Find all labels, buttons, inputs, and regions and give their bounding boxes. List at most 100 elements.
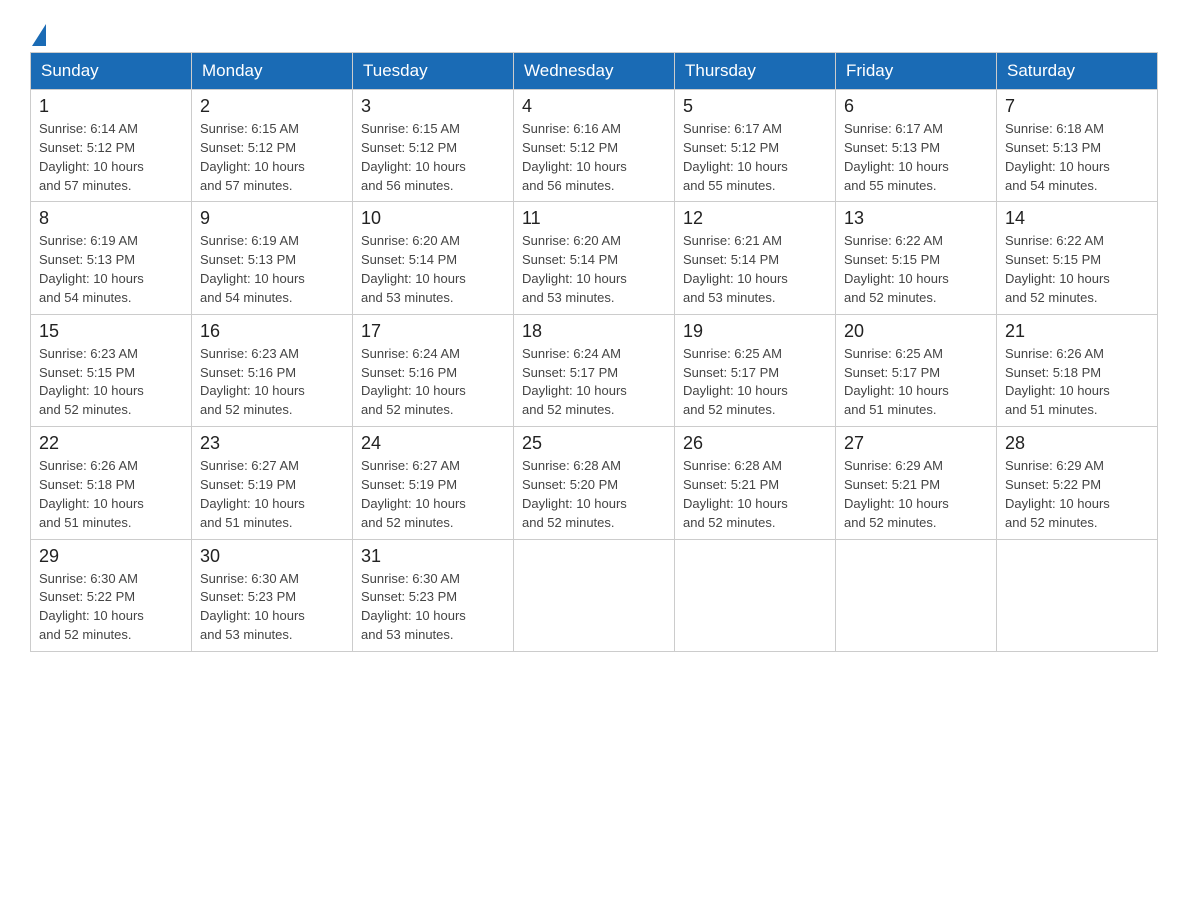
calendar-cell: 15 Sunrise: 6:23 AM Sunset: 5:15 PM Dayl… [31, 314, 192, 426]
day-number: 3 [361, 96, 505, 117]
calendar-cell: 4 Sunrise: 6:16 AM Sunset: 5:12 PM Dayli… [514, 90, 675, 202]
day-number: 6 [844, 96, 988, 117]
day-number: 30 [200, 546, 344, 567]
day-number: 27 [844, 433, 988, 454]
calendar-cell: 2 Sunrise: 6:15 AM Sunset: 5:12 PM Dayli… [192, 90, 353, 202]
day-info: Sunrise: 6:26 AM Sunset: 5:18 PM Dayligh… [1005, 345, 1149, 420]
day-number: 1 [39, 96, 183, 117]
day-number: 22 [39, 433, 183, 454]
calendar-cell: 5 Sunrise: 6:17 AM Sunset: 5:12 PM Dayli… [675, 90, 836, 202]
day-info: Sunrise: 6:17 AM Sunset: 5:12 PM Dayligh… [683, 120, 827, 195]
calendar-cell: 24 Sunrise: 6:27 AM Sunset: 5:19 PM Dayl… [353, 427, 514, 539]
day-info: Sunrise: 6:30 AM Sunset: 5:23 PM Dayligh… [200, 570, 344, 645]
calendar-cell: 9 Sunrise: 6:19 AM Sunset: 5:13 PM Dayli… [192, 202, 353, 314]
day-number: 4 [522, 96, 666, 117]
header-monday: Monday [192, 53, 353, 90]
day-info: Sunrise: 6:29 AM Sunset: 5:21 PM Dayligh… [844, 457, 988, 532]
day-number: 29 [39, 546, 183, 567]
calendar-cell: 18 Sunrise: 6:24 AM Sunset: 5:17 PM Dayl… [514, 314, 675, 426]
day-number: 10 [361, 208, 505, 229]
day-info: Sunrise: 6:15 AM Sunset: 5:12 PM Dayligh… [361, 120, 505, 195]
calendar-cell: 23 Sunrise: 6:27 AM Sunset: 5:19 PM Dayl… [192, 427, 353, 539]
header-saturday: Saturday [997, 53, 1158, 90]
day-info: Sunrise: 6:19 AM Sunset: 5:13 PM Dayligh… [39, 232, 183, 307]
day-number: 12 [683, 208, 827, 229]
week-row-5: 29 Sunrise: 6:30 AM Sunset: 5:22 PM Dayl… [31, 539, 1158, 651]
day-number: 23 [200, 433, 344, 454]
calendar-cell: 20 Sunrise: 6:25 AM Sunset: 5:17 PM Dayl… [836, 314, 997, 426]
calendar-cell: 19 Sunrise: 6:25 AM Sunset: 5:17 PM Dayl… [675, 314, 836, 426]
calendar-cell: 14 Sunrise: 6:22 AM Sunset: 5:15 PM Dayl… [997, 202, 1158, 314]
day-info: Sunrise: 6:25 AM Sunset: 5:17 PM Dayligh… [844, 345, 988, 420]
calendar-cell [836, 539, 997, 651]
calendar-cell: 27 Sunrise: 6:29 AM Sunset: 5:21 PM Dayl… [836, 427, 997, 539]
day-info: Sunrise: 6:21 AM Sunset: 5:14 PM Dayligh… [683, 232, 827, 307]
day-number: 13 [844, 208, 988, 229]
calendar-cell: 17 Sunrise: 6:24 AM Sunset: 5:16 PM Dayl… [353, 314, 514, 426]
day-number: 21 [1005, 321, 1149, 342]
day-info: Sunrise: 6:25 AM Sunset: 5:17 PM Dayligh… [683, 345, 827, 420]
day-info: Sunrise: 6:15 AM Sunset: 5:12 PM Dayligh… [200, 120, 344, 195]
day-number: 15 [39, 321, 183, 342]
day-info: Sunrise: 6:23 AM Sunset: 5:15 PM Dayligh… [39, 345, 183, 420]
day-info: Sunrise: 6:30 AM Sunset: 5:23 PM Dayligh… [361, 570, 505, 645]
calendar-cell: 29 Sunrise: 6:30 AM Sunset: 5:22 PM Dayl… [31, 539, 192, 651]
day-info: Sunrise: 6:28 AM Sunset: 5:21 PM Dayligh… [683, 457, 827, 532]
day-info: Sunrise: 6:24 AM Sunset: 5:17 PM Dayligh… [522, 345, 666, 420]
day-info: Sunrise: 6:16 AM Sunset: 5:12 PM Dayligh… [522, 120, 666, 195]
day-number: 16 [200, 321, 344, 342]
day-info: Sunrise: 6:23 AM Sunset: 5:16 PM Dayligh… [200, 345, 344, 420]
calendar-cell: 22 Sunrise: 6:26 AM Sunset: 5:18 PM Dayl… [31, 427, 192, 539]
week-row-2: 8 Sunrise: 6:19 AM Sunset: 5:13 PM Dayli… [31, 202, 1158, 314]
logo [30, 20, 46, 42]
day-number: 17 [361, 321, 505, 342]
calendar-table: SundayMondayTuesdayWednesdayThursdayFrid… [30, 52, 1158, 652]
calendar-cell: 21 Sunrise: 6:26 AM Sunset: 5:18 PM Dayl… [997, 314, 1158, 426]
calendar-cell: 31 Sunrise: 6:30 AM Sunset: 5:23 PM Dayl… [353, 539, 514, 651]
header-sunday: Sunday [31, 53, 192, 90]
calendar-cell: 26 Sunrise: 6:28 AM Sunset: 5:21 PM Dayl… [675, 427, 836, 539]
week-row-1: 1 Sunrise: 6:14 AM Sunset: 5:12 PM Dayli… [31, 90, 1158, 202]
calendar-cell: 8 Sunrise: 6:19 AM Sunset: 5:13 PM Dayli… [31, 202, 192, 314]
day-number: 9 [200, 208, 344, 229]
day-number: 11 [522, 208, 666, 229]
calendar-cell [997, 539, 1158, 651]
day-number: 18 [522, 321, 666, 342]
day-info: Sunrise: 6:20 AM Sunset: 5:14 PM Dayligh… [361, 232, 505, 307]
day-info: Sunrise: 6:22 AM Sunset: 5:15 PM Dayligh… [1005, 232, 1149, 307]
day-info: Sunrise: 6:27 AM Sunset: 5:19 PM Dayligh… [361, 457, 505, 532]
day-number: 20 [844, 321, 988, 342]
logo-triangle-icon [32, 24, 46, 46]
day-info: Sunrise: 6:27 AM Sunset: 5:19 PM Dayligh… [200, 457, 344, 532]
header-thursday: Thursday [675, 53, 836, 90]
day-info: Sunrise: 6:28 AM Sunset: 5:20 PM Dayligh… [522, 457, 666, 532]
calendar-cell: 28 Sunrise: 6:29 AM Sunset: 5:22 PM Dayl… [997, 427, 1158, 539]
calendar-cell: 25 Sunrise: 6:28 AM Sunset: 5:20 PM Dayl… [514, 427, 675, 539]
day-number: 5 [683, 96, 827, 117]
day-number: 2 [200, 96, 344, 117]
header-friday: Friday [836, 53, 997, 90]
day-number: 8 [39, 208, 183, 229]
calendar-cell: 11 Sunrise: 6:20 AM Sunset: 5:14 PM Dayl… [514, 202, 675, 314]
calendar-cell [514, 539, 675, 651]
day-number: 25 [522, 433, 666, 454]
calendar-cell: 12 Sunrise: 6:21 AM Sunset: 5:14 PM Dayl… [675, 202, 836, 314]
day-info: Sunrise: 6:22 AM Sunset: 5:15 PM Dayligh… [844, 232, 988, 307]
day-number: 14 [1005, 208, 1149, 229]
day-info: Sunrise: 6:26 AM Sunset: 5:18 PM Dayligh… [39, 457, 183, 532]
calendar-cell: 13 Sunrise: 6:22 AM Sunset: 5:15 PM Dayl… [836, 202, 997, 314]
day-number: 26 [683, 433, 827, 454]
header-wednesday: Wednesday [514, 53, 675, 90]
logo-top [30, 20, 46, 46]
day-info: Sunrise: 6:18 AM Sunset: 5:13 PM Dayligh… [1005, 120, 1149, 195]
calendar-cell: 6 Sunrise: 6:17 AM Sunset: 5:13 PM Dayli… [836, 90, 997, 202]
day-info: Sunrise: 6:14 AM Sunset: 5:12 PM Dayligh… [39, 120, 183, 195]
calendar-cell: 16 Sunrise: 6:23 AM Sunset: 5:16 PM Dayl… [192, 314, 353, 426]
calendar-cell: 7 Sunrise: 6:18 AM Sunset: 5:13 PM Dayli… [997, 90, 1158, 202]
day-number: 19 [683, 321, 827, 342]
day-number: 31 [361, 546, 505, 567]
day-number: 28 [1005, 433, 1149, 454]
day-number: 7 [1005, 96, 1149, 117]
day-info: Sunrise: 6:30 AM Sunset: 5:22 PM Dayligh… [39, 570, 183, 645]
calendar-cell: 1 Sunrise: 6:14 AM Sunset: 5:12 PM Dayli… [31, 90, 192, 202]
